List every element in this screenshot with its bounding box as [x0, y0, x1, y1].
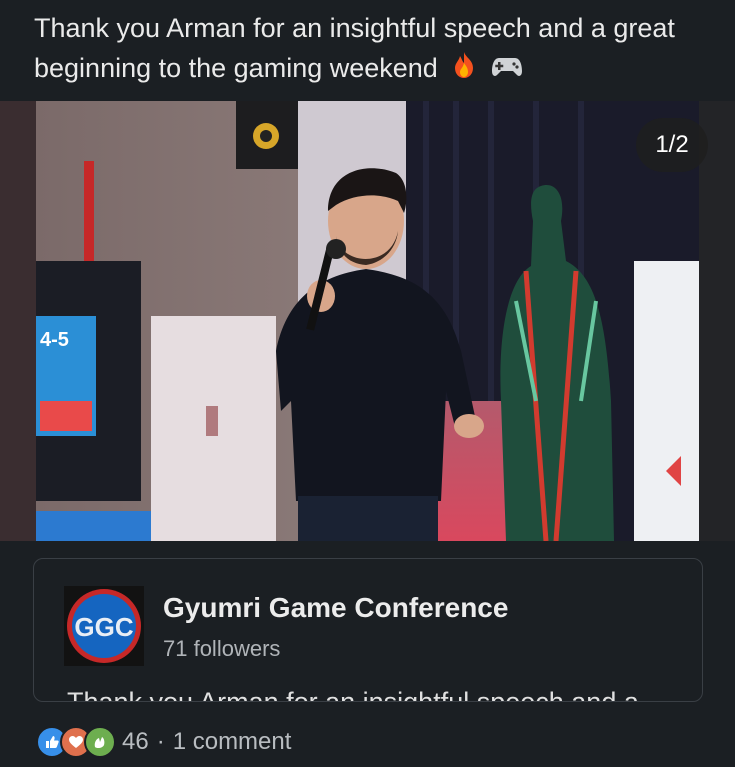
company-logo[interactable]: GGC — [64, 586, 144, 666]
post-photo[interactable]: 4-5 — [36, 101, 699, 541]
svg-text:4-5: 4-5 — [40, 329, 69, 351]
game-controller-icon — [491, 50, 523, 90]
carousel-prev-peek — [0, 101, 36, 541]
company-name[interactable]: Gyumri Game Conference — [163, 592, 508, 624]
post-image-carousel[interactable]: 4-5 1/2 — [0, 101, 735, 541]
separator-dot: · — [156, 728, 165, 755]
fire-emoji-icon — [451, 50, 477, 90]
card-snippet: Thank you Arman for an insightful speech… — [67, 687, 639, 702]
company-followers: 71 followers — [163, 636, 281, 661]
carousel-next-peek — [699, 101, 735, 541]
post-text-content: Thank you Arman for an insightful speech… — [34, 13, 675, 83]
carousel-counter: 1/2 — [636, 118, 708, 172]
speaker-photo-illustration: 4-5 — [36, 101, 699, 541]
comment-count-link[interactable]: 1 comment — [173, 728, 292, 756]
reaction-count[interactable]: 46 — [122, 728, 149, 756]
celebrate-reaction-icon — [84, 726, 116, 758]
social-counts[interactable]: 46 · 1 comment — [36, 724, 291, 760]
company-logo-text: GGC — [74, 612, 133, 642]
shared-company-card[interactable]: GGC Gyumri Game Conference 71 followers … — [33, 558, 703, 702]
post-text: Thank you Arman for an insightful speech… — [34, 8, 714, 90]
